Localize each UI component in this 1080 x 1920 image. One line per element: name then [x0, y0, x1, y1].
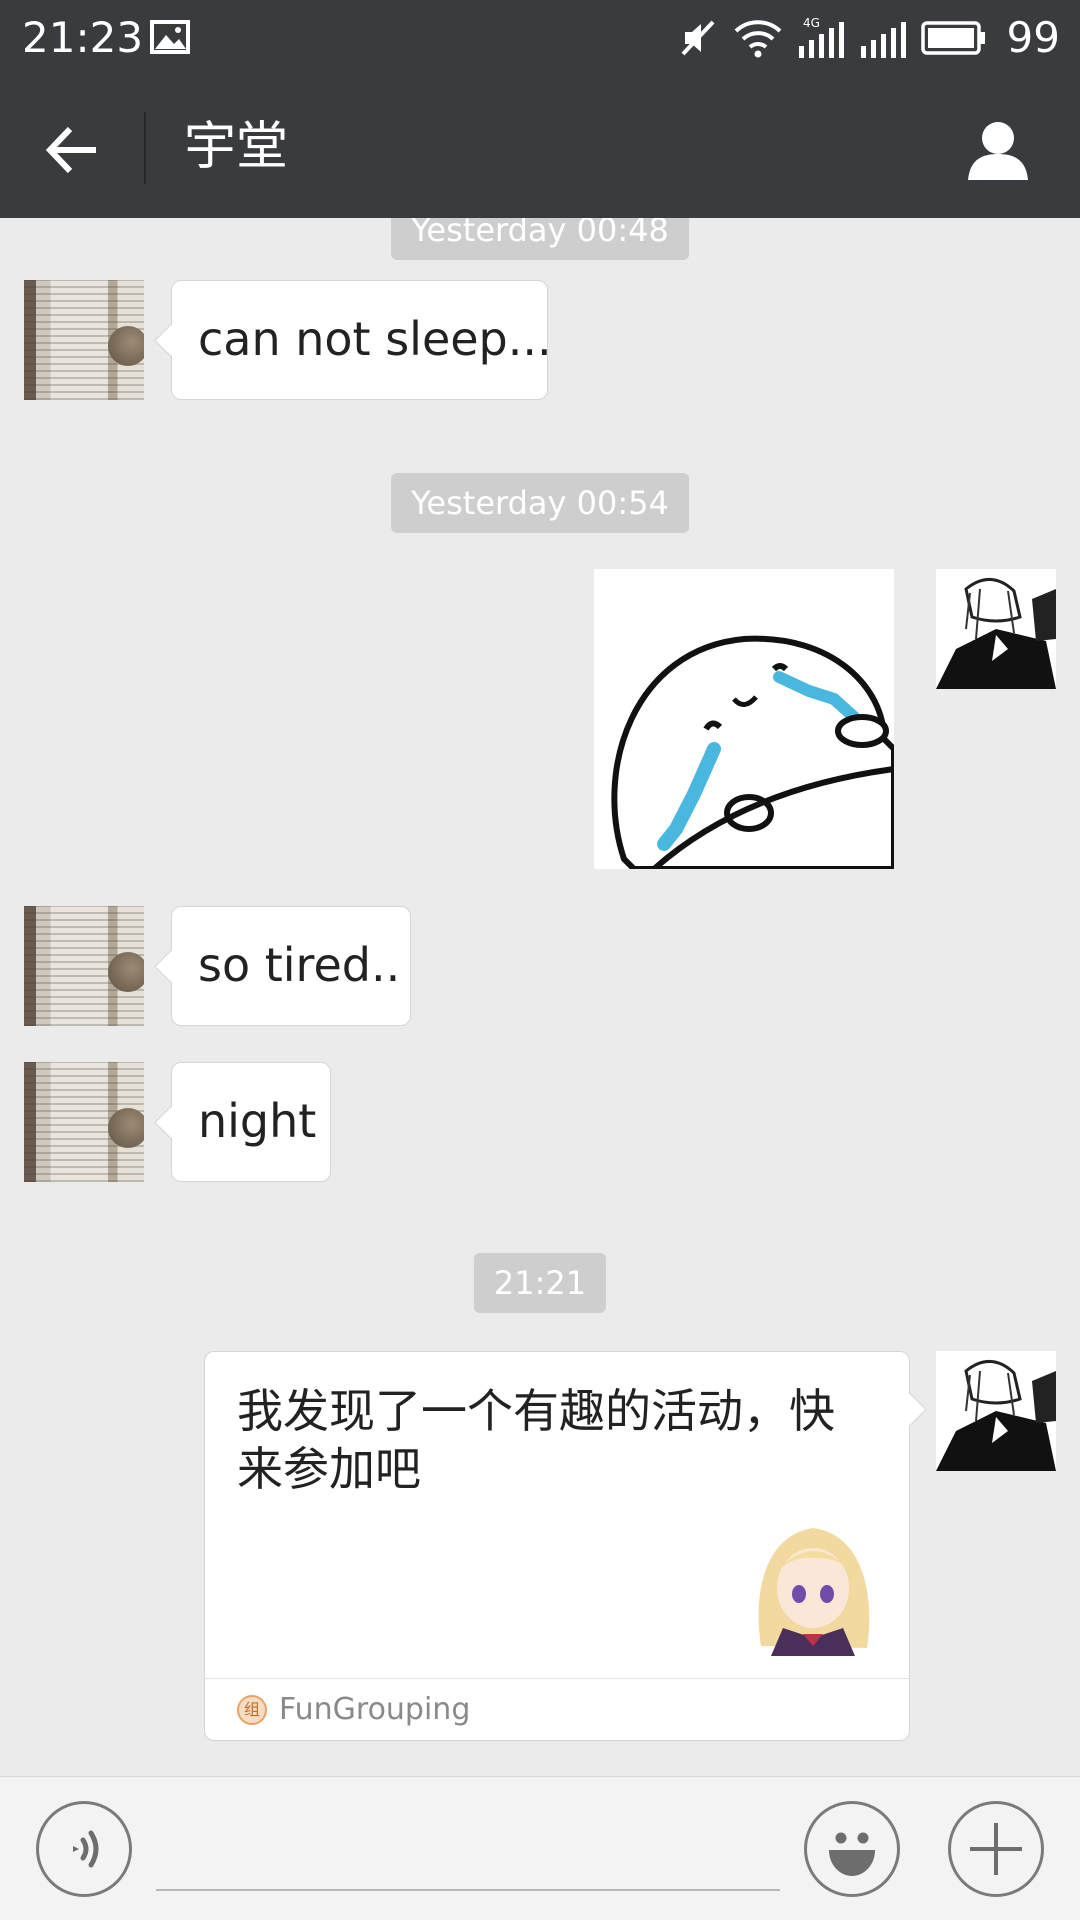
- message-bubble[interactable]: so tired..: [171, 906, 411, 1026]
- card-thumbnail: [743, 1516, 883, 1656]
- my-avatar[interactable]: [936, 1351, 1056, 1471]
- card-text: 我发现了一个有趣的活动，快来参加吧: [237, 1384, 835, 1496]
- chat-area[interactable]: Yesterday 00:48 can not sleep... Yesterd…: [0, 218, 1080, 1776]
- back-button[interactable]: [34, 112, 110, 188]
- status-icons: 4G 99: [679, 10, 1060, 66]
- contact-avatar[interactable]: [24, 1062, 144, 1182]
- contact-avatar[interactable]: [24, 906, 144, 1026]
- signal-4g-icon: 4G: [798, 16, 844, 58]
- network-label: 4G: [803, 16, 820, 30]
- plus-icon: [970, 1823, 1022, 1875]
- voice-icon: [73, 1830, 99, 1868]
- message-bubble[interactable]: can not sleep...: [171, 280, 552, 400]
- fungrouping-app-icon: 组: [237, 1694, 267, 1725]
- contact-avatar[interactable]: [24, 280, 144, 400]
- timestamp: Yesterday 00:48: [391, 218, 689, 260]
- manga-girl-avatar: [936, 1351, 1056, 1471]
- status-bar: 21:23 4G 99: [0, 0, 1080, 76]
- my-avatar[interactable]: [936, 569, 1056, 689]
- timestamp: Yesterday 00:54: [391, 473, 689, 533]
- message-bubble[interactable]: night: [171, 1062, 331, 1182]
- title-bar: 宇堂: [0, 76, 1080, 218]
- person-icon: [968, 122, 1028, 180]
- message-text: can not sleep...: [198, 312, 552, 367]
- more-button[interactable]: [948, 1801, 1044, 1897]
- chat-title: 宇堂: [184, 117, 289, 177]
- contact-profile-button[interactable]: [960, 112, 1036, 188]
- mute-icon: [681, 20, 715, 56]
- sticker-image[interactable]: [594, 569, 897, 872]
- status-time: 21:23: [22, 13, 144, 62]
- message-input[interactable]: [156, 1817, 780, 1891]
- invite-card[interactable]: 我发现了一个有趣的活动，快来参加吧 组 FunGrouping: [204, 1351, 910, 1741]
- timestamp: 21:21: [473, 1253, 607, 1313]
- card-app-name: FunGrouping: [279, 1692, 471, 1727]
- image-icon: [150, 20, 190, 54]
- card-footer: 组 FunGrouping: [205, 1678, 909, 1740]
- message-text: night: [198, 1094, 317, 1149]
- wifi-icon: [734, 20, 781, 58]
- crying-blob-sticker: [594, 569, 897, 872]
- voice-button[interactable]: [36, 1801, 132, 1897]
- back-arrow-icon: [45, 126, 96, 174]
- battery-icon: [920, 21, 985, 55]
- title-divider: [144, 112, 146, 184]
- battery-level: 99: [1006, 13, 1060, 62]
- input-bar: [0, 1776, 1080, 1920]
- message-text: so tired..: [198, 938, 401, 993]
- manga-girl-avatar: [936, 569, 1056, 689]
- emoji-button[interactable]: [804, 1801, 900, 1897]
- emoji-icon: [829, 1832, 875, 1876]
- signal-icon: [860, 22, 906, 58]
